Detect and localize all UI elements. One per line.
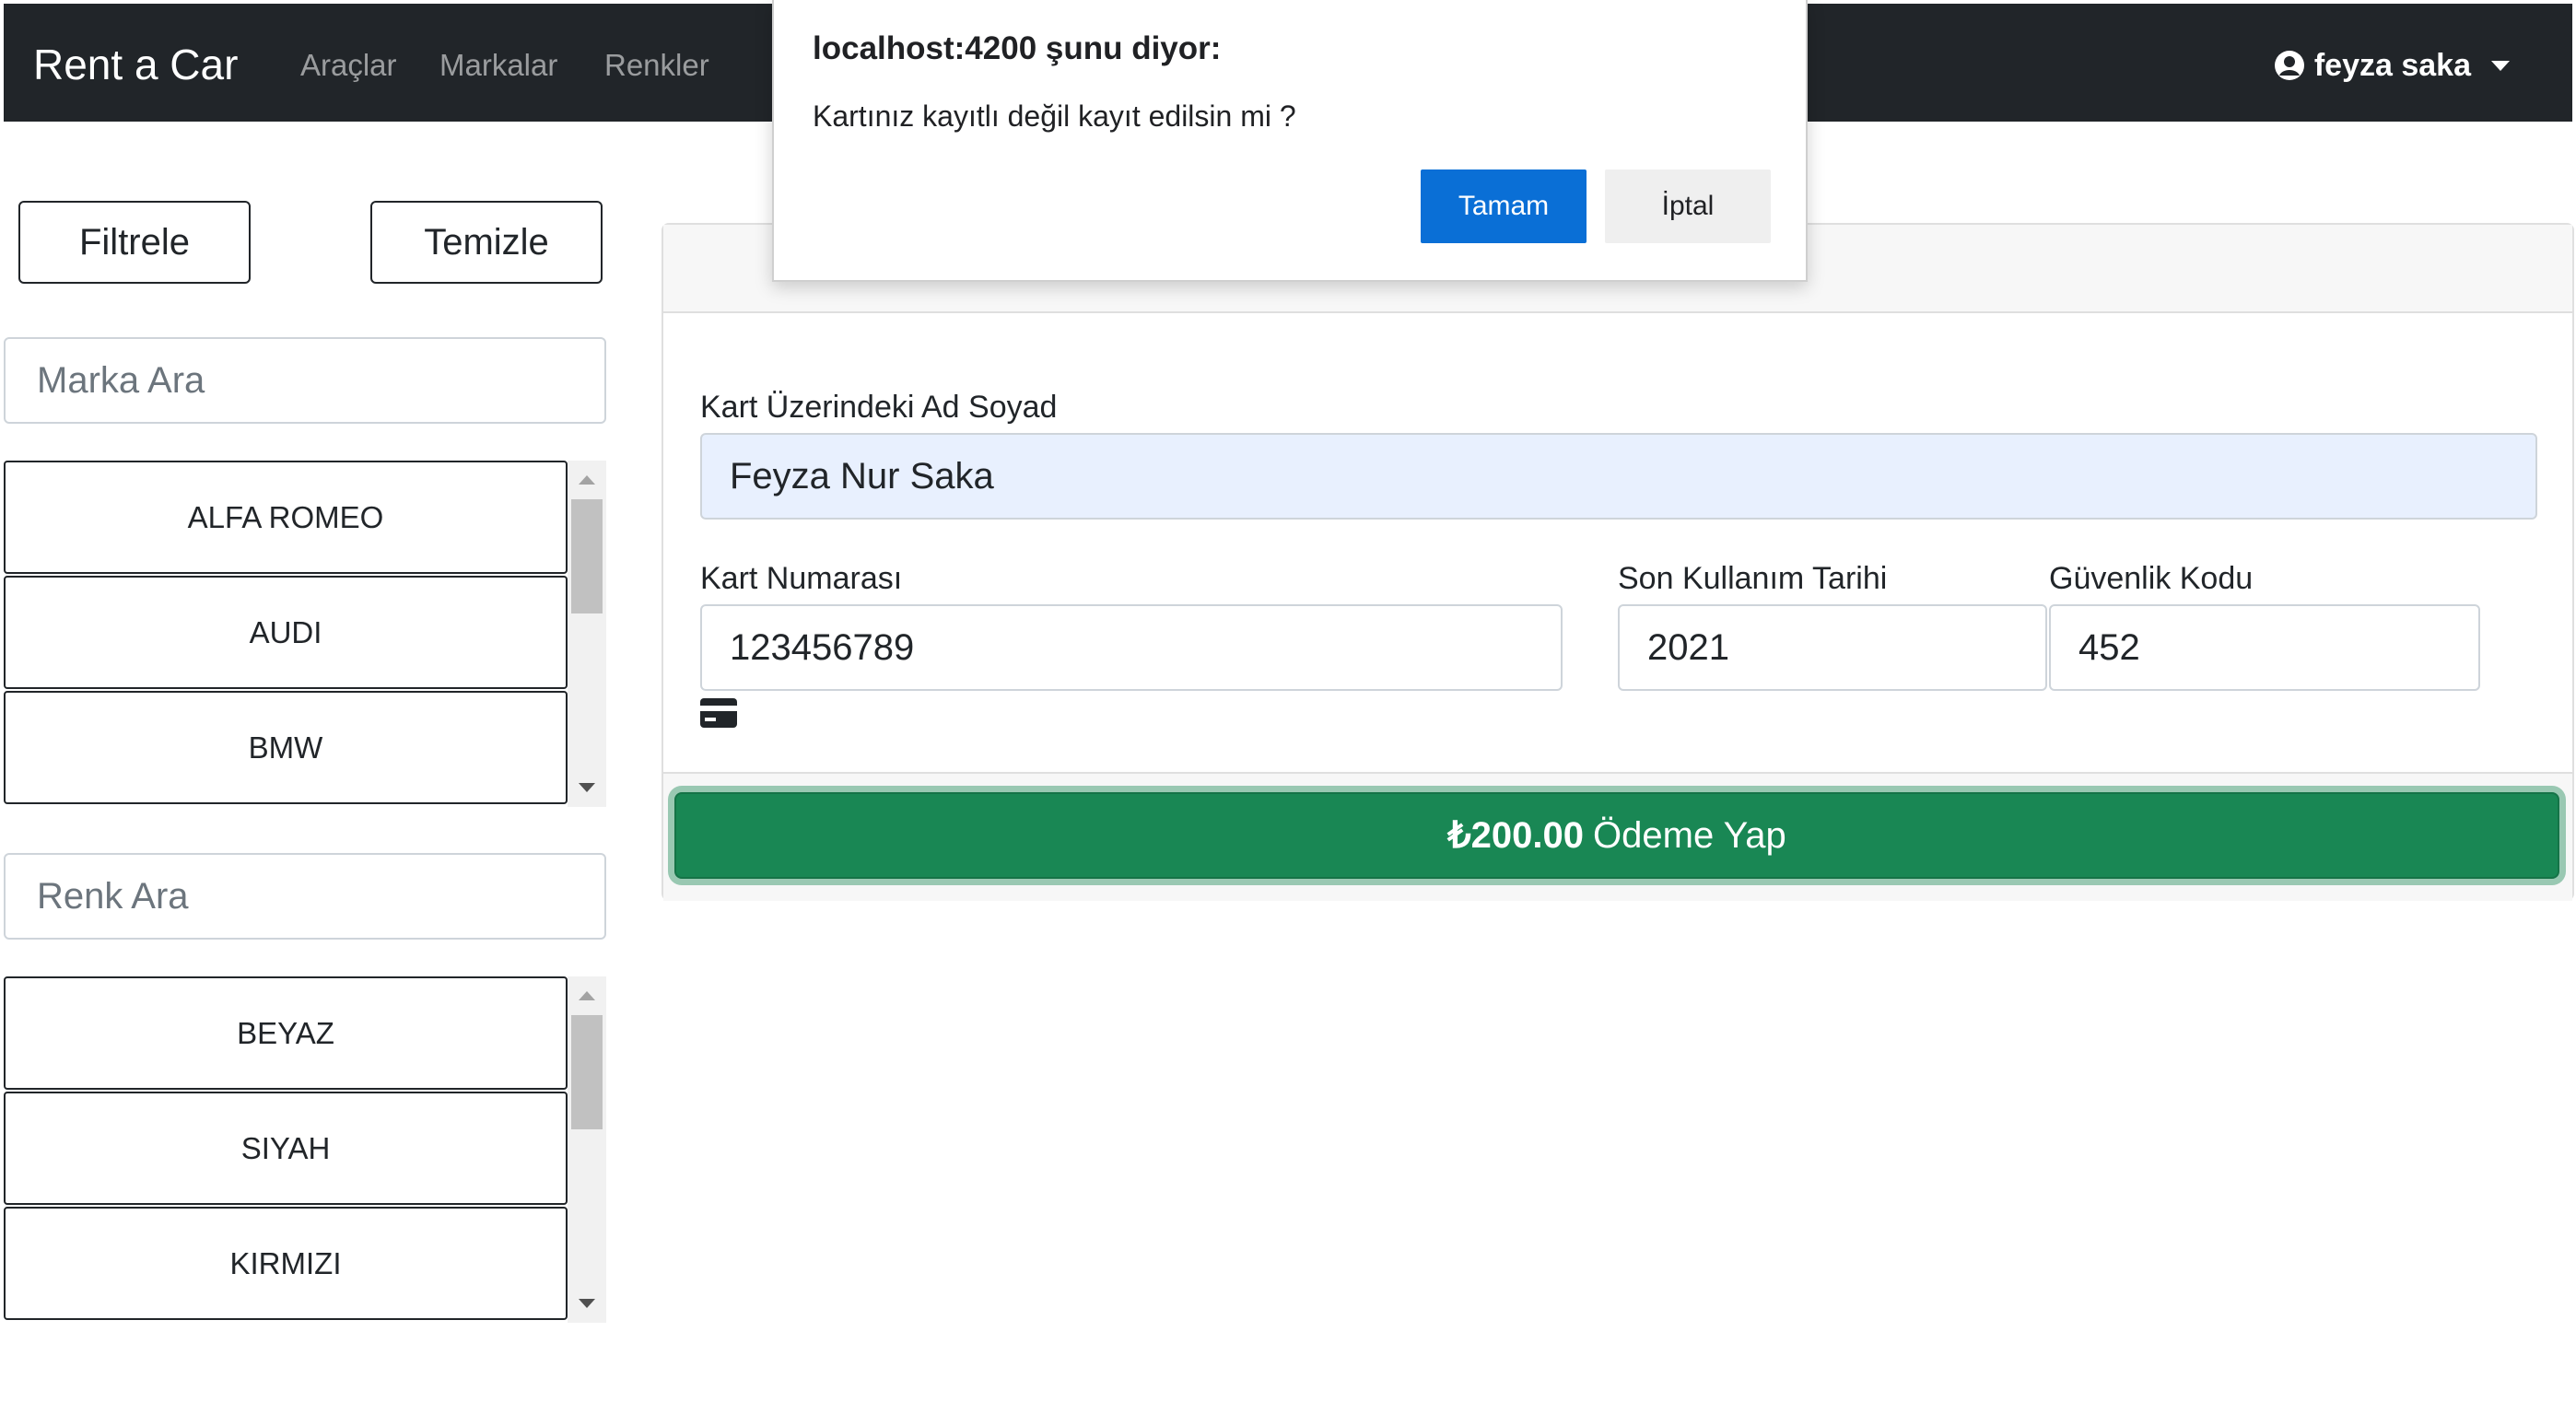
color-search-input[interactable]: [4, 853, 606, 940]
dialog-title: localhost:4200 şunu diyor:: [813, 30, 1222, 66]
cvv-label: Güvenlik Kodu: [2049, 561, 2254, 596]
scroll-thumb[interactable]: [571, 1015, 603, 1129]
color-item[interactable]: KIRMIZI: [4, 1207, 568, 1320]
scroll-down-arrow-icon[interactable]: [579, 1299, 595, 1308]
scroll-up-arrow-icon[interactable]: [579, 475, 595, 485]
color-item[interactable]: BEYAZ: [4, 976, 568, 1090]
name-label: Kart Üzerindeki Ad Soyad: [700, 390, 1058, 425]
brand-list: ALFA ROMEO AUDI BMW: [4, 461, 606, 807]
brand-list-scrollbar[interactable]: [568, 461, 606, 807]
nav-link-markalar[interactable]: Markalar: [439, 44, 557, 87]
scroll-down-arrow-icon[interactable]: [579, 783, 595, 792]
card-number-field[interactable]: [700, 604, 1563, 691]
payment-card-footer: ₺200.00 Ödeme Yap: [663, 772, 2572, 901]
user-menu-toggle[interactable]: feyza saka: [2274, 44, 2510, 87]
brand-list-items: ALFA ROMEO AUDI BMW: [4, 461, 568, 807]
color-list-items: BEYAZ SIYAH KIRMIZI: [4, 976, 568, 1323]
color-list: BEYAZ SIYAH KIRMIZI: [4, 976, 606, 1323]
user-name: feyza saka: [2313, 47, 2471, 83]
filter-button[interactable]: Filtrele: [18, 201, 251, 284]
expiry-label: Son Kullanım Tarihi: [1618, 561, 1888, 596]
credit-card-icon: [700, 698, 737, 728]
payment-card: Kart Üzerindeki Ad Soyad Kart Numarası S…: [662, 223, 2574, 901]
cardholder-name-field[interactable]: [700, 433, 2537, 520]
brand-search-input[interactable]: [4, 337, 606, 424]
scroll-up-arrow-icon[interactable]: [579, 991, 595, 1000]
scroll-thumb[interactable]: [571, 499, 603, 613]
brand-item[interactable]: BMW: [4, 691, 568, 804]
nav-link-araclar[interactable]: Araçlar: [300, 44, 397, 87]
pay-button[interactable]: ₺200.00 Ödeme Yap: [674, 792, 2559, 879]
brand-item[interactable]: ALFA ROMEO: [4, 461, 568, 574]
brand-logo[interactable]: Rent a Car: [33, 37, 238, 92]
expiry-field[interactable]: [1618, 604, 2047, 691]
card-number-label: Kart Numarası: [700, 561, 903, 596]
pay-amount: ₺200.00: [1447, 815, 1585, 856]
pay-label: Ödeme Yap: [1593, 814, 1786, 856]
color-list-scrollbar[interactable]: [568, 976, 606, 1323]
confirm-dialog: localhost:4200 şunu diyor: Kartınız kayı…: [772, 0, 1808, 282]
color-item[interactable]: SIYAH: [4, 1092, 568, 1205]
dialog-message: Kartınız kayıtlı değil kayıt edilsin mi …: [813, 99, 1296, 133]
nav-link-renkler[interactable]: Renkler: [604, 44, 709, 87]
brand-item[interactable]: AUDI: [4, 576, 568, 689]
dialog-ok-button[interactable]: Tamam: [1421, 169, 1587, 243]
user-circle-icon: [2274, 51, 2304, 80]
clear-button[interactable]: Temizle: [370, 201, 603, 284]
caret-down-icon: [2491, 60, 2510, 71]
cvv-field[interactable]: [2049, 604, 2480, 691]
dialog-cancel-button[interactable]: İptal: [1605, 169, 1771, 243]
